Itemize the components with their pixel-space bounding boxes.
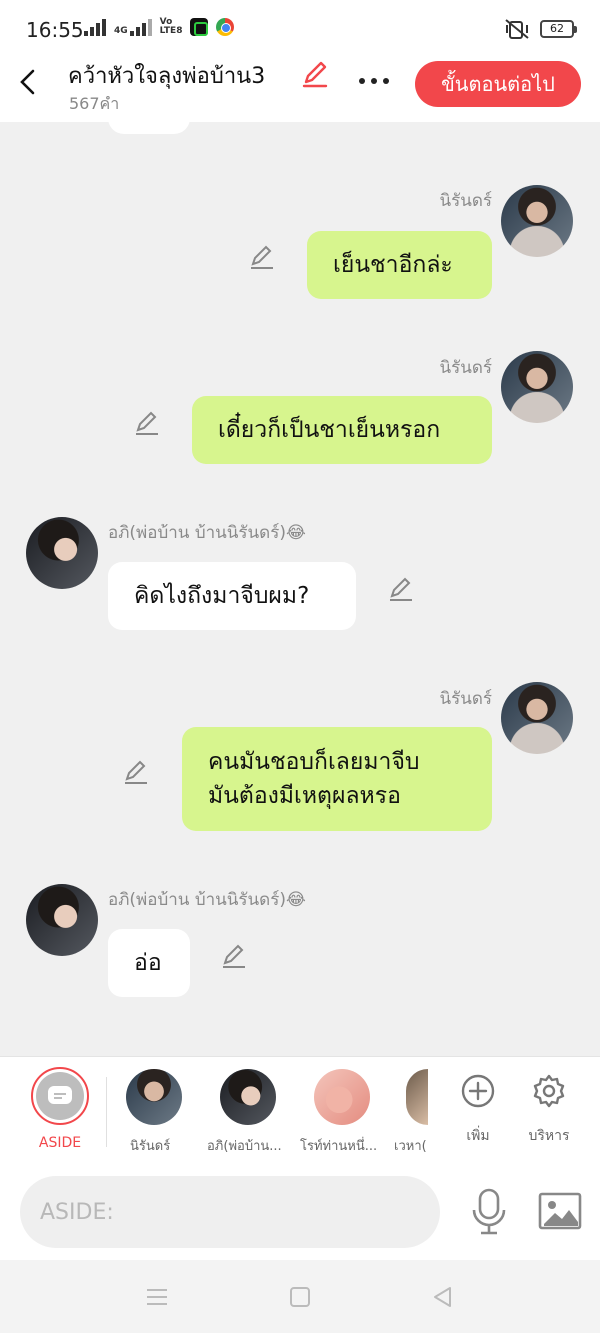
app-notification-icon xyxy=(190,18,209,36)
message-bubble[interactable]: คนมันชอบก็เลยมาจีบ มันต้องมีเหตุผลหรอ xyxy=(182,727,492,831)
message-line: มันต้องมีเหตุผลหรอ xyxy=(208,783,401,809)
character-selector: ASIDE นิรันดร์ อภิ(พ่อบ้าน... โรท์ท่านหน… xyxy=(0,1056,600,1166)
chat-area[interactable]: นิรันดร์ เย็นชาอีกล่ะ นิรันดร์ เดี๋ยวก็เ… xyxy=(0,122,600,1056)
avatar-apee[interactable] xyxy=(26,884,98,956)
word-count: 567คำ xyxy=(69,94,120,113)
message-input[interactable] xyxy=(20,1176,440,1248)
signal-icon xyxy=(84,18,106,36)
edit-message-pencil-icon[interactable] xyxy=(248,242,276,270)
message-bubble[interactable]: คิดไงถึงมาจีบผม? xyxy=(108,562,356,630)
status-right-icons: 62 xyxy=(504,18,577,40)
settings-gear-icon[interactable] xyxy=(529,1071,569,1111)
battery-icon: 62 xyxy=(540,20,577,38)
composer-bar xyxy=(0,1166,600,1260)
volte-icon: Vo LTE8 xyxy=(159,17,183,36)
avatar-nirun[interactable] xyxy=(501,351,573,423)
edit-message-pencil-icon[interactable] xyxy=(133,408,161,436)
sender-name: นิรันดร์ xyxy=(439,689,492,709)
message-bubble[interactable]: อ่อ xyxy=(108,929,190,997)
character-avatar-third[interactable] xyxy=(314,1069,370,1125)
sender-name: นิรันดร์ xyxy=(439,191,492,211)
edit-message-pencil-icon[interactable] xyxy=(220,941,248,969)
menu-icon[interactable] xyxy=(144,1284,170,1310)
sender-name: นิรันดร์ xyxy=(439,358,492,378)
status-left-icons: 4G Vo LTE8 xyxy=(84,17,235,36)
back-nav-icon[interactable] xyxy=(430,1284,456,1310)
aside-chip[interactable] xyxy=(31,1067,89,1125)
character-avatar-apee[interactable] xyxy=(220,1069,276,1125)
mute-vibrate-icon xyxy=(505,19,529,39)
back-arrow-icon xyxy=(20,69,35,95)
aside-label: ASIDE xyxy=(38,1135,82,1151)
divider xyxy=(106,1077,107,1147)
dot-icon xyxy=(359,78,365,84)
previous-message-bubble xyxy=(108,122,190,134)
microphone-icon[interactable] xyxy=(470,1188,508,1236)
network-4g-icon: 4G xyxy=(114,18,152,36)
sender-name: อภิ(พ่อบ้าน บ้านนิรันดร์)😂 xyxy=(108,890,306,910)
sender-name: อภิ(พ่อบ้าน บ้านนิรันดร์)😂 xyxy=(108,523,306,543)
chat-bubble-icon xyxy=(48,1086,72,1104)
home-icon[interactable] xyxy=(287,1284,313,1310)
image-icon[interactable] xyxy=(538,1190,582,1232)
back-button[interactable] xyxy=(12,64,42,100)
character-label: นิรันดร์ xyxy=(130,1139,171,1154)
add-character-icon[interactable] xyxy=(458,1071,498,1111)
dot-icon xyxy=(371,78,377,84)
manage-label[interactable]: บริหาร xyxy=(519,1125,579,1147)
character-avatar-weha[interactable] xyxy=(406,1069,428,1125)
edit-message-pencil-icon[interactable] xyxy=(122,757,150,785)
top-header: คว้าหัวใจลุงพ่อบ้าน3 567คำ ขั้นตอนต่อไป xyxy=(0,56,600,122)
status-bar: 16:55 4G Vo LTE8 62 xyxy=(0,0,600,56)
add-character-label[interactable]: เพิ่ม xyxy=(448,1125,508,1147)
character-label: เวหา( xyxy=(394,1139,427,1154)
avatar-nirun[interactable] xyxy=(501,682,573,754)
next-step-button[interactable]: ขั้นตอนต่อไป xyxy=(415,61,581,107)
edit-message-pencil-icon[interactable] xyxy=(387,574,415,602)
avatar-apee[interactable] xyxy=(26,517,98,589)
status-time: 16:55 xyxy=(26,18,84,42)
message-bubble[interactable]: เย็นชาอีกล่ะ xyxy=(307,231,492,299)
message-bubble[interactable]: เดี๋ยวก็เป็นชาเย็นหรอก xyxy=(192,396,492,464)
dot-icon xyxy=(383,78,389,84)
story-title: คว้าหัวใจลุงพ่อบ้าน3 xyxy=(68,64,266,89)
more-options-button[interactable] xyxy=(354,66,394,96)
system-nav-bar xyxy=(0,1260,600,1333)
signal-2-icon xyxy=(129,18,152,36)
character-avatar-nirun[interactable] xyxy=(126,1069,182,1125)
character-label: อภิ(พ่อบ้าน... xyxy=(207,1139,282,1154)
character-label: โรท์ท่านหนึ่... xyxy=(300,1139,378,1154)
avatar-nirun[interactable] xyxy=(501,185,573,257)
message-line: คนมันชอบก็เลยมาจีบ xyxy=(208,749,420,775)
chrome-icon xyxy=(216,18,235,36)
edit-title-pencil-icon[interactable] xyxy=(300,58,330,88)
